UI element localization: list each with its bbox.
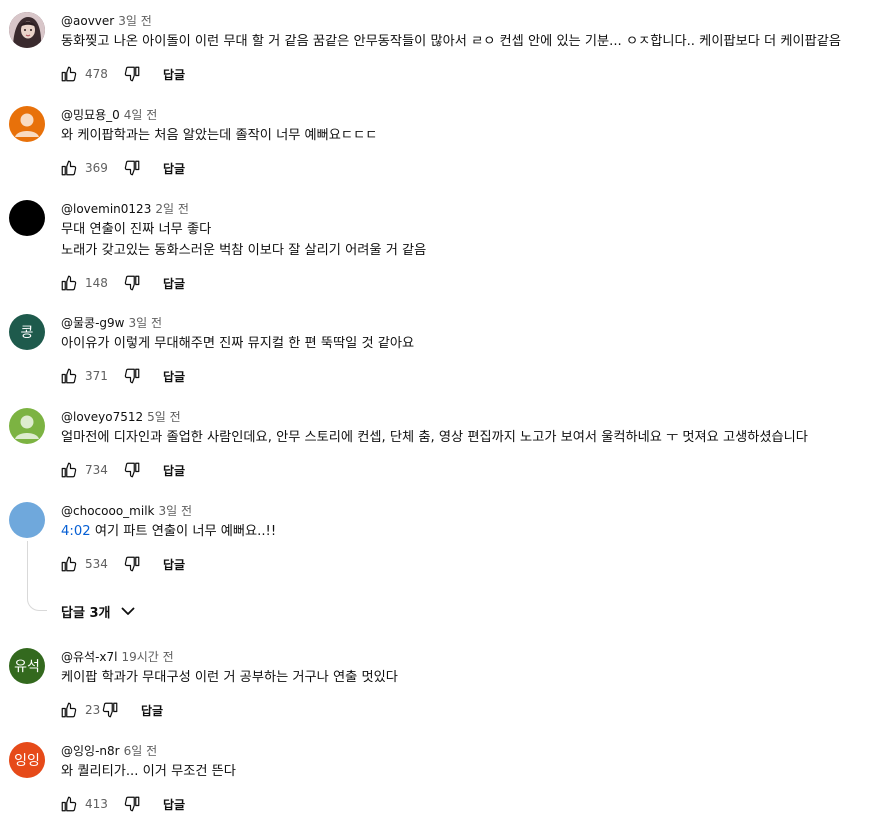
- comment-header: @유석-x7l 19시간 전: [61, 648, 174, 666]
- comment-actions: 23 답글: [60, 700, 163, 720]
- comment-header: @aovver 3일 전: [61, 12, 152, 30]
- comment-time[interactable]: 3일 전: [118, 14, 152, 28]
- reply-button[interactable]: 답글: [163, 556, 185, 573]
- avatar-letter: 콩: [20, 325, 34, 341]
- comment-actions: 534 답글: [60, 554, 185, 574]
- reply-button[interactable]: 답글: [141, 702, 163, 719]
- comment-text: 와 퀄리티가... 이거 무조건 뜬다: [61, 764, 236, 779]
- comment-text: 케이팝 학과가 무대구성 이런 거 공부하는 거구나 연출 멋있다: [61, 670, 398, 685]
- comment-text: 동화찢고 나온 아이돌이 이런 무대 할 거 같음 꿈같은 안무동작들이 많아서…: [61, 34, 842, 49]
- avatar[interactable]: [9, 200, 45, 236]
- comment-time[interactable]: 19시간 전: [121, 650, 173, 664]
- like-count: 23: [85, 703, 101, 717]
- reply-button[interactable]: 답글: [163, 66, 185, 83]
- comment-time[interactable]: 5일 전: [147, 410, 181, 424]
- like-count: 413: [85, 797, 108, 811]
- thumbs-down-icon[interactable]: [123, 461, 141, 479]
- comment-author[interactable]: @유석-x7l: [61, 650, 117, 664]
- thumbs-up-icon[interactable]: [60, 555, 78, 573]
- avatar[interactable]: [9, 12, 45, 48]
- comment-time[interactable]: 4일 전: [124, 108, 158, 122]
- avatar[interactable]: [9, 502, 45, 538]
- view-replies-label: 답글 3개: [61, 605, 111, 621]
- chevron-down-icon: [120, 603, 136, 619]
- comment-author[interactable]: @물콩-g9w: [61, 316, 124, 330]
- comment-author[interactable]: @밍묘용_0: [61, 108, 120, 122]
- comment-author[interactable]: @loveyo7512: [61, 410, 143, 424]
- avatar[interactable]: [9, 408, 45, 444]
- comment-actions: 734 답글: [60, 460, 185, 480]
- thumbs-down-icon[interactable]: [123, 555, 141, 573]
- comment-time[interactable]: 3일 전: [158, 504, 192, 518]
- comment-text: 와 케이팝학과는 처음 알았는데 졸작이 너무 예뻐요ㄷㄷㄷ: [61, 128, 378, 143]
- thumbs-up-icon[interactable]: [60, 701, 78, 719]
- thumbs-down-icon[interactable]: [101, 701, 119, 719]
- like-count: 369: [85, 161, 108, 175]
- like-count: 148: [85, 276, 108, 290]
- reply-button[interactable]: 답글: [163, 796, 185, 813]
- reply-button[interactable]: 답글: [163, 462, 185, 479]
- thumbs-up-icon[interactable]: [60, 65, 78, 83]
- thumbs-up-icon[interactable]: [60, 159, 78, 177]
- comment-header: @chocooo_milk 3일 전: [61, 502, 192, 520]
- view-replies-button[interactable]: 답글 3개: [61, 600, 136, 622]
- comment-header: @lovemin0123 2일 전: [61, 200, 189, 218]
- thumbs-down-icon[interactable]: [123, 274, 141, 292]
- comment-header: @밍묘용_0 4일 전: [61, 106, 157, 124]
- reply-button[interactable]: 답글: [163, 368, 185, 385]
- like-count: 734: [85, 463, 108, 477]
- avatar-letter: 유석: [14, 659, 40, 675]
- avatar-letter: 잉잉: [14, 753, 40, 769]
- thumbs-down-icon[interactable]: [123, 159, 141, 177]
- comment-text: 아이유가 이렇게 무대해주면 진짜 뮤지컬 한 편 뚝딱일 것 같아요: [61, 336, 415, 351]
- comment-author[interactable]: @lovemin0123: [61, 202, 151, 216]
- comment-time[interactable]: 3일 전: [128, 316, 162, 330]
- comment-actions: 371 답글: [60, 366, 185, 386]
- reply-thread-line: [27, 541, 47, 611]
- comment-actions: 148 답글: [60, 273, 185, 293]
- comment-author[interactable]: @잉잉-n8r: [61, 744, 120, 758]
- thumbs-down-icon[interactable]: [123, 367, 141, 385]
- timestamp-link[interactable]: 4:02: [61, 524, 91, 539]
- avatar[interactable]: [9, 106, 45, 142]
- comment-actions: 478 답글: [60, 64, 185, 84]
- avatar[interactable]: 콩: [9, 314, 45, 350]
- comment-actions: 369 답글: [60, 158, 185, 178]
- comment-time[interactable]: 2일 전: [155, 202, 189, 216]
- comment-text: 얼마전에 디자인과 졸업한 사람인데요, 안무 스토리에 컨셉, 단체 춤, 영…: [61, 430, 808, 445]
- thumbs-up-icon[interactable]: [60, 367, 78, 385]
- comment-header: @loveyo7512 5일 전: [61, 408, 181, 426]
- comment-text: 노래가 갖고있는 동화스러운 벅참 이보다 잘 살리기 어려울 거 같음: [61, 243, 427, 258]
- thumbs-down-icon[interactable]: [123, 795, 141, 813]
- reply-button[interactable]: 답글: [163, 160, 185, 177]
- avatar[interactable]: 잉잉: [9, 742, 45, 778]
- like-count: 371: [85, 369, 108, 383]
- comment-text: 무대 연출이 진짜 너무 좋다: [61, 222, 212, 237]
- like-count: 534: [85, 557, 108, 571]
- comment-actions: 413 답글: [60, 794, 185, 814]
- thumbs-up-icon[interactable]: [60, 461, 78, 479]
- thumbs-down-icon[interactable]: [123, 65, 141, 83]
- like-count: 478: [85, 67, 108, 81]
- thumbs-up-icon[interactable]: [60, 795, 78, 813]
- avatar[interactable]: 유석: [9, 648, 45, 684]
- reply-button[interactable]: 답글: [163, 275, 185, 292]
- comment-text: 4:02 여기 파트 연출이 너무 예뻐요..!!: [61, 524, 277, 539]
- thumbs-up-icon[interactable]: [60, 274, 78, 292]
- comment-author[interactable]: @aovver: [61, 14, 114, 28]
- comment-author[interactable]: @chocooo_milk: [61, 504, 154, 518]
- comment-time[interactable]: 6일 전: [124, 744, 158, 758]
- comment-header: @잉잉-n8r 6일 전: [61, 742, 157, 760]
- comment-header: @물콩-g9w 3일 전: [61, 314, 162, 332]
